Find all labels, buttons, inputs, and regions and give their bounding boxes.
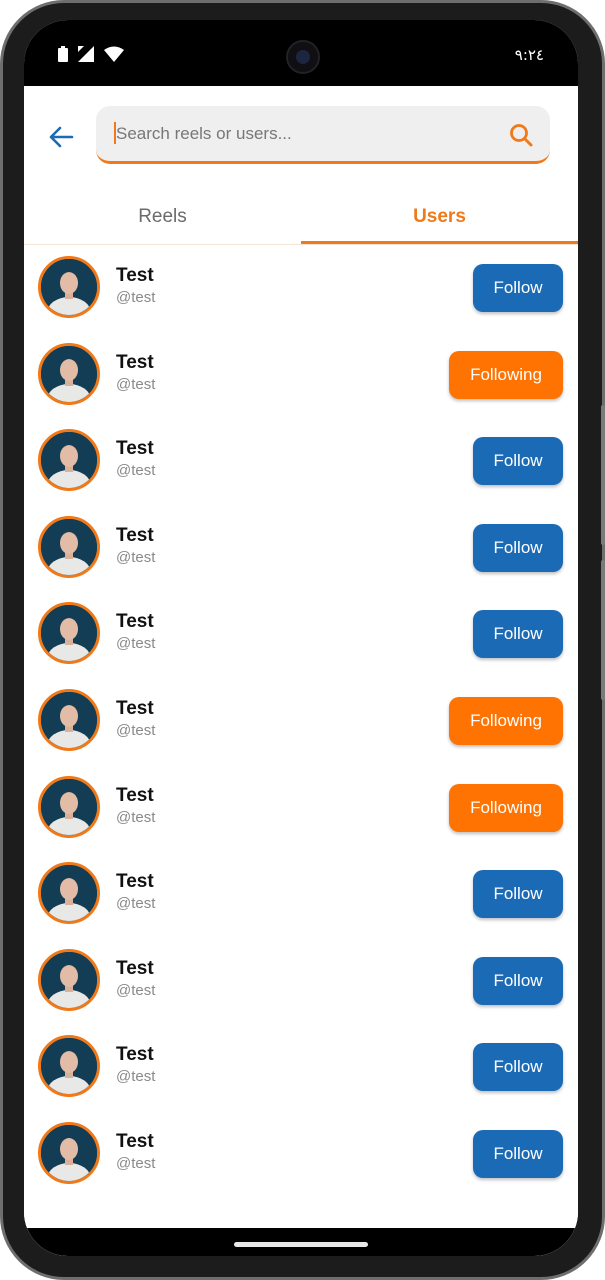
user-name: Test — [116, 611, 154, 633]
search-input[interactable] — [114, 118, 498, 150]
list-item[interactable]: Test @test Following — [24, 332, 578, 418]
wifi-icon — [104, 46, 124, 62]
user-name: Test — [116, 524, 154, 546]
signal-icon — [78, 46, 94, 62]
user-name: Test — [116, 265, 154, 286]
avatar-photo-icon — [41, 865, 97, 922]
following-button[interactable]: Following — [449, 350, 563, 399]
avatar-photo-icon — [41, 518, 97, 575]
avatar-photo-icon — [41, 432, 97, 489]
follow-button[interactable]: Follow — [473, 523, 563, 572]
user-handle: @test — [116, 722, 156, 739]
tab-indicator — [301, 241, 578, 244]
avatar-photo-icon — [41, 1125, 97, 1181]
follow-button[interactable]: Follow — [473, 1043, 563, 1092]
user-name: Test — [116, 438, 154, 460]
following-button[interactable]: Following — [449, 697, 563, 745]
follow-button[interactable]: Follow — [473, 264, 563, 312]
follow-button[interactable]: Follow — [473, 956, 563, 1005]
user-name: Test — [116, 698, 154, 719]
battery-icon — [58, 46, 68, 62]
user-handle: @test — [116, 895, 156, 913]
follow-button[interactable]: Follow — [473, 1130, 563, 1178]
avatar-photo-icon — [41, 1038, 97, 1095]
avatar-photo-icon — [41, 605, 97, 662]
follow-button[interactable]: Follow — [473, 610, 563, 659]
user-handle: @test — [116, 981, 156, 999]
avatar[interactable] — [38, 602, 100, 665]
volume-button — [601, 405, 605, 545]
follow-button[interactable]: Follow — [473, 437, 563, 486]
list-item[interactable]: Test @test Follow — [24, 1111, 578, 1197]
list-item[interactable]: Test @test Follow — [24, 418, 578, 504]
user-name: Test — [116, 1044, 154, 1066]
search-icon[interactable] — [508, 122, 534, 148]
user-name: Test — [116, 871, 154, 893]
user-name: Test — [116, 784, 154, 806]
avatar[interactable] — [38, 862, 100, 925]
user-name: Test — [116, 351, 154, 373]
list-item[interactable]: Test @test Follow — [24, 591, 578, 677]
status-time: ٩:٢٤ — [514, 46, 544, 64]
home-indicator[interactable] — [234, 1242, 368, 1247]
user-handle: @test — [116, 548, 156, 566]
status-bar: ٩:٢٤ — [24, 20, 578, 86]
avatar-photo-icon — [41, 692, 97, 748]
user-name: Test — [116, 957, 154, 979]
user-handle: @test — [116, 1155, 156, 1172]
list-item[interactable]: Test @test Follow — [24, 245, 578, 331]
back-arrow-icon[interactable] — [46, 122, 76, 152]
avatar[interactable] — [38, 948, 100, 1011]
phone-device: ٩:٢٤ Reels Users Test @test Follow Test @tes… — [0, 0, 605, 1280]
avatar[interactable] — [38, 775, 100, 838]
list-item[interactable]: Test @test Following — [24, 678, 578, 764]
user-name: Test — [116, 1131, 154, 1152]
screen: ٩:٢٤ Reels Users Test @test Follow Test @tes… — [24, 20, 578, 1256]
avatar[interactable] — [38, 256, 100, 318]
avatar-photo-icon — [41, 951, 97, 1008]
search-bar — [96, 106, 550, 164]
avatar-photo-icon — [41, 345, 97, 402]
avatar[interactable] — [38, 689, 100, 751]
front-camera — [286, 40, 320, 74]
user-handle: @test — [116, 1068, 156, 1086]
follow-button[interactable]: Follow — [473, 870, 563, 919]
user-handle: @test — [116, 375, 156, 393]
list-item[interactable]: Test @test Follow — [24, 938, 578, 1024]
avatar[interactable] — [38, 1035, 100, 1098]
tab-bar: Reels Users — [24, 190, 578, 245]
avatar-photo-icon — [41, 778, 97, 835]
status-icons — [58, 46, 124, 62]
list-item[interactable]: Test @test Following — [24, 765, 578, 851]
list-item[interactable]: Test @test Follow — [24, 505, 578, 591]
list-item[interactable]: Test @test Follow — [24, 851, 578, 937]
avatar[interactable] — [38, 515, 100, 578]
avatar-photo-icon — [41, 259, 97, 315]
following-button[interactable]: Following — [449, 783, 563, 832]
avatar[interactable] — [38, 342, 100, 405]
tab-reels[interactable]: Reels — [24, 190, 301, 244]
tab-users[interactable]: Users — [301, 190, 578, 244]
app-screen: Reels Users Test @test Follow Test @test Foll… — [24, 86, 578, 1256]
user-handle: @test — [116, 289, 156, 306]
avatar[interactable] — [38, 429, 100, 492]
avatar[interactable] — [38, 1122, 100, 1184]
user-handle: @test — [116, 808, 156, 826]
power-button — [601, 560, 605, 700]
list-item[interactable]: Test @test Follow — [24, 1024, 578, 1110]
user-handle: @test — [116, 635, 156, 653]
user-handle: @test — [116, 462, 156, 480]
